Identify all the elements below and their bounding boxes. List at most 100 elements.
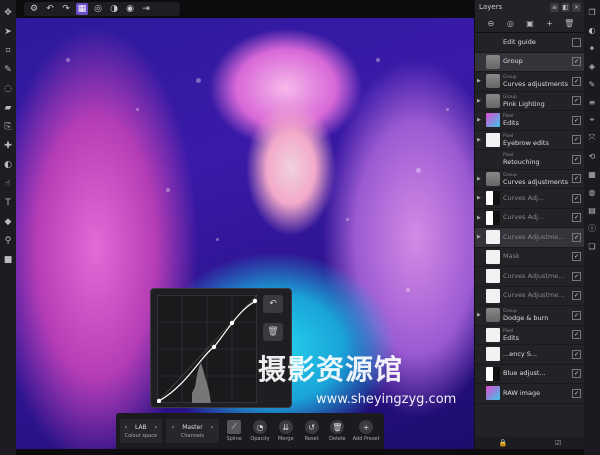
visibility-checkbox[interactable]: ✓: [572, 174, 581, 184]
reset-button[interactable]: ↺ Reset: [301, 416, 323, 446]
layer-row[interactable]: Blue adjust... ✓: [475, 365, 585, 384]
clone-icon[interactable]: ⎘: [3, 120, 13, 134]
visibility-checkbox[interactable]: ✓: [572, 115, 581, 125]
curve-point[interactable]: [252, 298, 257, 304]
layer-adjust-icon[interactable]: ◎: [505, 18, 515, 28]
add-preset-button[interactable]: + Add Preset: [352, 416, 380, 446]
delete-button[interactable]: 🗑 Delete: [326, 416, 348, 446]
expand-arrow-icon[interactable]: ▶: [477, 137, 483, 143]
colour-space-select[interactable]: ‹ LAB › Colour space: [120, 419, 162, 443]
selection-brush-icon[interactable]: ◌: [3, 82, 13, 96]
eyedropper-icon[interactable]: ⚲: [3, 234, 13, 248]
visibility-checkbox[interactable]: ✓: [572, 271, 581, 281]
redo-icon[interactable]: ↷: [60, 3, 72, 15]
visibility-checkbox[interactable]: ✓: [572, 349, 581, 359]
text-icon[interactable]: T: [3, 196, 13, 210]
add-layer-icon[interactable]: +: [545, 18, 555, 28]
snapshots-icon[interactable]: ❏: [587, 240, 597, 252]
layer-row[interactable]: ▶ Group Dodge & burn ✓: [475, 306, 585, 326]
brush-icon[interactable]: ✎: [3, 63, 13, 77]
layer-row[interactable]: Pixel Edits ✓: [475, 326, 585, 345]
colour-icon[interactable]: ◍: [587, 186, 597, 198]
healing-icon[interactable]: ✚: [3, 139, 13, 153]
visibility-checkbox[interactable]: ✓: [572, 369, 581, 379]
layer-row[interactable]: ▶ Curves Adjustme... ✓: [475, 228, 585, 248]
history-icon[interactable]: ⟲: [587, 150, 597, 162]
panel-pin-icon[interactable]: ◧: [561, 2, 570, 12]
expand-arrow-icon[interactable]: ▶: [477, 98, 483, 104]
opacity-button[interactable]: ◔ Opacity: [249, 416, 271, 446]
layer-mask-icon[interactable]: ⊖: [486, 18, 496, 28]
effects-icon[interactable]: ✦: [587, 42, 597, 54]
expand-arrow-icon[interactable]: ▶: [477, 234, 483, 240]
layer-row[interactable]: Group ✓: [475, 52, 585, 72]
visibility-checkbox[interactable]: ✓: [572, 232, 581, 242]
develop-icon[interactable]: ◑: [108, 3, 120, 15]
delete-layer-icon[interactable]: 🗑: [564, 18, 574, 28]
spline-button[interactable]: ⟋ Spline: [223, 416, 245, 446]
channels-icon[interactable]: ≡: [587, 96, 597, 108]
visibility-checkbox[interactable]: ✓: [572, 154, 581, 164]
layer-row[interactable]: ▶ Pixel Eyebrow edits ✓: [475, 131, 585, 150]
layer-row[interactable]: Pixel Retouching ✓: [475, 150, 585, 170]
visibility-checkbox[interactable]: ✓: [572, 213, 581, 223]
expand-arrow-icon[interactable]: ▶: [477, 195, 483, 201]
layer-row[interactable]: ▶ Pixel Edits ✓: [475, 111, 585, 131]
layer-row[interactable]: ▶ Group Curves adjustments ✓: [475, 170, 585, 189]
brushes-icon[interactable]: ✎: [587, 78, 597, 90]
visibility-checkbox[interactable]: ✓: [572, 76, 581, 86]
layer-row[interactable]: Curves Adjustme... ✓: [475, 267, 585, 287]
visibility-checkbox[interactable]: ✓: [572, 388, 581, 398]
layer-row[interactable]: ▶ Curves Adj... ✓: [475, 189, 585, 209]
layer-row[interactable]: ▶ Group Pink Lighting ✓: [475, 92, 585, 111]
shape-icon[interactable]: ■: [3, 253, 13, 267]
crop-icon[interactable]: ⌗: [3, 44, 13, 58]
panel-menu-icon[interactable]: ≡: [550, 2, 559, 12]
styles-icon[interactable]: ◈: [587, 60, 597, 72]
channels-select[interactable]: ‹ Master › Channels: [165, 419, 220, 443]
visibility-checkbox[interactable]: ✓: [572, 291, 581, 301]
visibility-checkbox[interactable]: ✓: [572, 252, 581, 262]
layer-group-icon[interactable]: ▣: [525, 18, 535, 28]
transform-icon[interactable]: ⤧: [587, 132, 597, 144]
panel-close-icon[interactable]: ×: [572, 2, 581, 12]
curve-point[interactable]: [229, 320, 235, 326]
layer-row[interactable]: ...ency S... ✓: [475, 345, 585, 365]
move-icon[interactable]: ✥: [3, 6, 13, 20]
dodge-icon[interactable]: ◐: [3, 158, 13, 172]
select-icon[interactable]: ➤: [3, 25, 13, 39]
expand-arrow-icon[interactable]: ▶: [477, 215, 483, 221]
paint-icon[interactable]: ▰: [3, 101, 13, 115]
stock-icon[interactable]: ▤: [587, 204, 597, 216]
fill-icon[interactable]: ◆: [3, 215, 13, 229]
expand-arrow-icon[interactable]: ▶: [477, 117, 483, 123]
layer-row[interactable]: Edit guide: [475, 33, 585, 53]
curves-graph[interactable]: [157, 295, 257, 403]
curves-delete-button[interactable]: 🗑: [263, 323, 283, 341]
expand-arrow-icon[interactable]: ▶: [477, 312, 483, 318]
pixel-persona-icon[interactable]: ▦: [76, 3, 88, 15]
expand-arrow-icon[interactable]: ▶: [477, 78, 483, 84]
lock-icon[interactable]: 🔒: [499, 439, 508, 447]
smudge-icon[interactable]: ☝: [3, 177, 13, 191]
layer-row[interactable]: RAW image ✓: [475, 384, 585, 404]
expand-arrow-icon[interactable]: ▶: [477, 176, 483, 182]
curve-point[interactable]: [211, 344, 217, 350]
tone-map-icon[interactable]: ◉: [124, 3, 136, 15]
layer-row[interactable]: ▶ Group Curves adjustments ✓: [475, 72, 585, 92]
visibility-checkbox[interactable]: ✓: [572, 57, 581, 67]
layer-row[interactable]: Curves Adjustme... ✓: [475, 287, 585, 306]
visibility-checkbox[interactable]: [572, 37, 581, 47]
adjustments-icon[interactable]: ◐: [587, 24, 597, 36]
curves-undo-button[interactable]: ↶: [263, 295, 283, 313]
swatches-icon[interactable]: ▦: [587, 168, 597, 180]
layer-row[interactable]: ▶ Curves Adj... ✓: [475, 209, 585, 228]
visibility-check-icon[interactable]: ☑: [555, 439, 561, 447]
layer-row[interactable]: Mask ✓: [475, 248, 585, 267]
navigator-icon[interactable]: ⌖: [587, 114, 597, 126]
merge-button[interactable]: ⇊ Merge: [275, 416, 297, 446]
info-icon[interactable]: ⓘ: [587, 222, 597, 234]
liquify-icon[interactable]: ◎: [92, 3, 104, 15]
visibility-checkbox[interactable]: ✓: [572, 193, 581, 203]
visibility-checkbox[interactable]: ✓: [572, 330, 581, 340]
